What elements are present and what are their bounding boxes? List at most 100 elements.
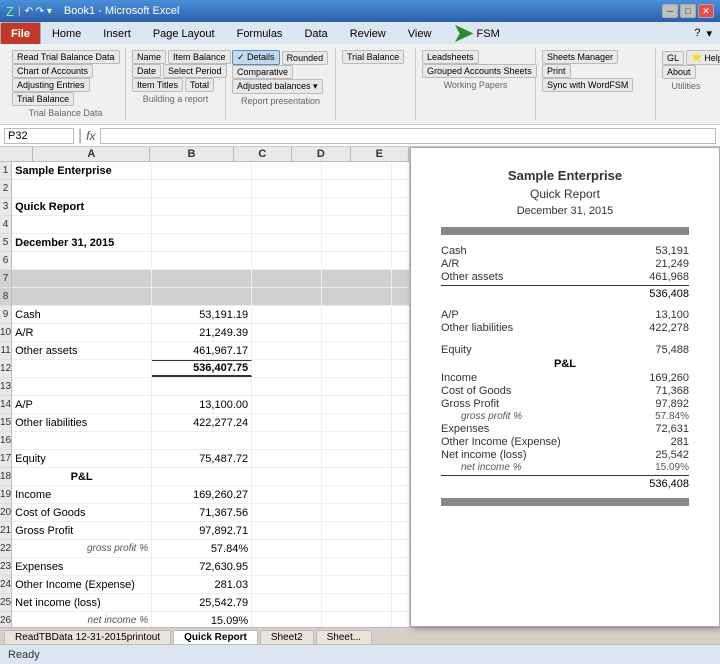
cell-a10[interactable]: A/R bbox=[12, 324, 152, 341]
cell-c18[interactable] bbox=[252, 468, 322, 485]
cell-d11[interactable] bbox=[322, 342, 392, 359]
sync-wordfsm-btn[interactable]: Sync with WordFSM bbox=[542, 78, 633, 92]
cell-a4[interactable] bbox=[12, 216, 152, 233]
cell-c7[interactable] bbox=[252, 270, 322, 287]
adjusting-entries-btn[interactable]: Adjusting Entries bbox=[12, 78, 90, 92]
cell-a5[interactable]: December 31, 2015 bbox=[12, 234, 152, 251]
cell-e22[interactable] bbox=[392, 540, 410, 557]
cell-a21[interactable]: Gross Profit bbox=[12, 522, 152, 539]
cell-a22[interactable]: gross profit % bbox=[12, 540, 152, 557]
cell-e21[interactable] bbox=[392, 522, 410, 539]
cell-c23[interactable] bbox=[252, 558, 322, 575]
tab-insert[interactable]: Insert bbox=[92, 22, 142, 44]
cell-b10[interactable]: 21,249.39 bbox=[152, 324, 252, 341]
cell-a17[interactable]: Equity bbox=[12, 450, 152, 467]
cell-b14[interactable]: 13,100.00 bbox=[152, 396, 252, 413]
cell-d19[interactable] bbox=[322, 486, 392, 503]
cell-d20[interactable] bbox=[322, 504, 392, 521]
rounded-btn[interactable]: Rounded bbox=[282, 51, 329, 65]
sheet-tab-quick-report[interactable]: Quick Report bbox=[173, 630, 258, 644]
cell-c5[interactable] bbox=[252, 234, 322, 251]
maximize-button[interactable]: □ bbox=[680, 4, 696, 18]
cell-e15[interactable] bbox=[392, 414, 410, 431]
cell-b8[interactable] bbox=[152, 288, 252, 305]
adjusted-btn[interactable]: Adjusted balances ▾ bbox=[232, 79, 323, 94]
cell-e23[interactable] bbox=[392, 558, 410, 575]
close-button[interactable]: ✕ bbox=[698, 4, 714, 18]
tab-page-layout[interactable]: Page Layout bbox=[142, 22, 226, 44]
cell-d5[interactable] bbox=[322, 234, 392, 251]
grouped-accounts-btn[interactable]: Grouped Accounts Sheets bbox=[422, 64, 537, 78]
cell-a11[interactable]: Other assets bbox=[12, 342, 152, 359]
cell-c4[interactable] bbox=[252, 216, 322, 233]
cell-b16[interactable] bbox=[152, 432, 252, 449]
cell-a26[interactable]: net income % bbox=[12, 612, 152, 627]
gl-btn[interactable]: GL bbox=[662, 51, 684, 65]
cell-e18[interactable] bbox=[392, 468, 410, 485]
cell-e25[interactable] bbox=[392, 594, 410, 611]
cell-c14[interactable] bbox=[252, 396, 322, 413]
ribbon-minimize-icon[interactable]: ▾ bbox=[706, 27, 712, 40]
trial-balance2-btn[interactable]: Trial Balance bbox=[342, 50, 404, 64]
cell-b19[interactable]: 169,260.27 bbox=[152, 486, 252, 503]
cell-b1[interactable] bbox=[152, 162, 252, 179]
cell-c22[interactable] bbox=[252, 540, 322, 557]
cell-b7[interactable] bbox=[152, 270, 252, 287]
cell-b11[interactable]: 461,967.17 bbox=[152, 342, 252, 359]
cell-c10[interactable] bbox=[252, 324, 322, 341]
cell-c25[interactable] bbox=[252, 594, 322, 611]
tab-file[interactable]: File bbox=[0, 22, 41, 44]
tab-formulas[interactable]: Formulas bbox=[226, 22, 294, 44]
cell-e1[interactable] bbox=[392, 162, 410, 179]
sheet-tab-sheet2[interactable]: Sheet2 bbox=[260, 630, 314, 644]
cell-a13[interactable] bbox=[12, 378, 152, 395]
cell-d12[interactable] bbox=[322, 360, 392, 377]
sheets-manager-btn[interactable]: Sheets Manager bbox=[542, 50, 618, 64]
cell-a15[interactable]: Other liabilities bbox=[12, 414, 152, 431]
cell-a6[interactable] bbox=[12, 252, 152, 269]
leadsheets-btn[interactable]: Leadsheets bbox=[422, 50, 479, 64]
cell-e5[interactable] bbox=[392, 234, 410, 251]
cell-d24[interactable] bbox=[322, 576, 392, 593]
cell-b13[interactable] bbox=[152, 378, 252, 395]
cell-a12[interactable] bbox=[12, 360, 152, 377]
cell-b22[interactable]: 57.84% bbox=[152, 540, 252, 557]
cell-b2[interactable] bbox=[152, 180, 252, 197]
cell-b6[interactable] bbox=[152, 252, 252, 269]
cell-c17[interactable] bbox=[252, 450, 322, 467]
cell-d13[interactable] bbox=[322, 378, 392, 395]
date-btn[interactable]: Date bbox=[132, 64, 161, 78]
cell-c24[interactable] bbox=[252, 576, 322, 593]
cell-a14[interactable]: A/P bbox=[12, 396, 152, 413]
name-box[interactable] bbox=[4, 128, 74, 144]
total-btn[interactable]: Total bbox=[185, 78, 214, 92]
trial-balance-btn[interactable]: Trial Balance bbox=[12, 92, 74, 106]
cell-e9[interactable] bbox=[392, 306, 410, 323]
cell-b24[interactable]: 281.03 bbox=[152, 576, 252, 593]
cell-e12[interactable] bbox=[392, 360, 410, 377]
cell-c26[interactable] bbox=[252, 612, 322, 627]
cell-c9[interactable] bbox=[252, 306, 322, 323]
tab-view[interactable]: View bbox=[397, 22, 443, 44]
cell-e13[interactable] bbox=[392, 378, 410, 395]
cell-c20[interactable] bbox=[252, 504, 322, 521]
cell-d18[interactable] bbox=[322, 468, 392, 485]
cell-a8[interactable] bbox=[12, 288, 152, 305]
cell-c2[interactable] bbox=[252, 180, 322, 197]
cell-d3[interactable] bbox=[322, 198, 392, 215]
cell-b5[interactable] bbox=[152, 234, 252, 251]
cell-d22[interactable] bbox=[322, 540, 392, 557]
cell-a18[interactable]: P&L bbox=[12, 468, 152, 485]
cell-e24[interactable] bbox=[392, 576, 410, 593]
cell-a25[interactable]: Net income (loss) bbox=[12, 594, 152, 611]
cell-a7[interactable] bbox=[12, 270, 152, 287]
cell-e7[interactable] bbox=[392, 270, 410, 287]
cell-e2[interactable] bbox=[392, 180, 410, 197]
cell-e3[interactable] bbox=[392, 198, 410, 215]
cell-a3[interactable]: Quick Report bbox=[12, 198, 152, 215]
sheet-tab-more[interactable]: Sheet... bbox=[316, 630, 372, 644]
cell-a16[interactable] bbox=[12, 432, 152, 449]
cell-e10[interactable] bbox=[392, 324, 410, 341]
cell-e17[interactable] bbox=[392, 450, 410, 467]
cell-d16[interactable] bbox=[322, 432, 392, 449]
